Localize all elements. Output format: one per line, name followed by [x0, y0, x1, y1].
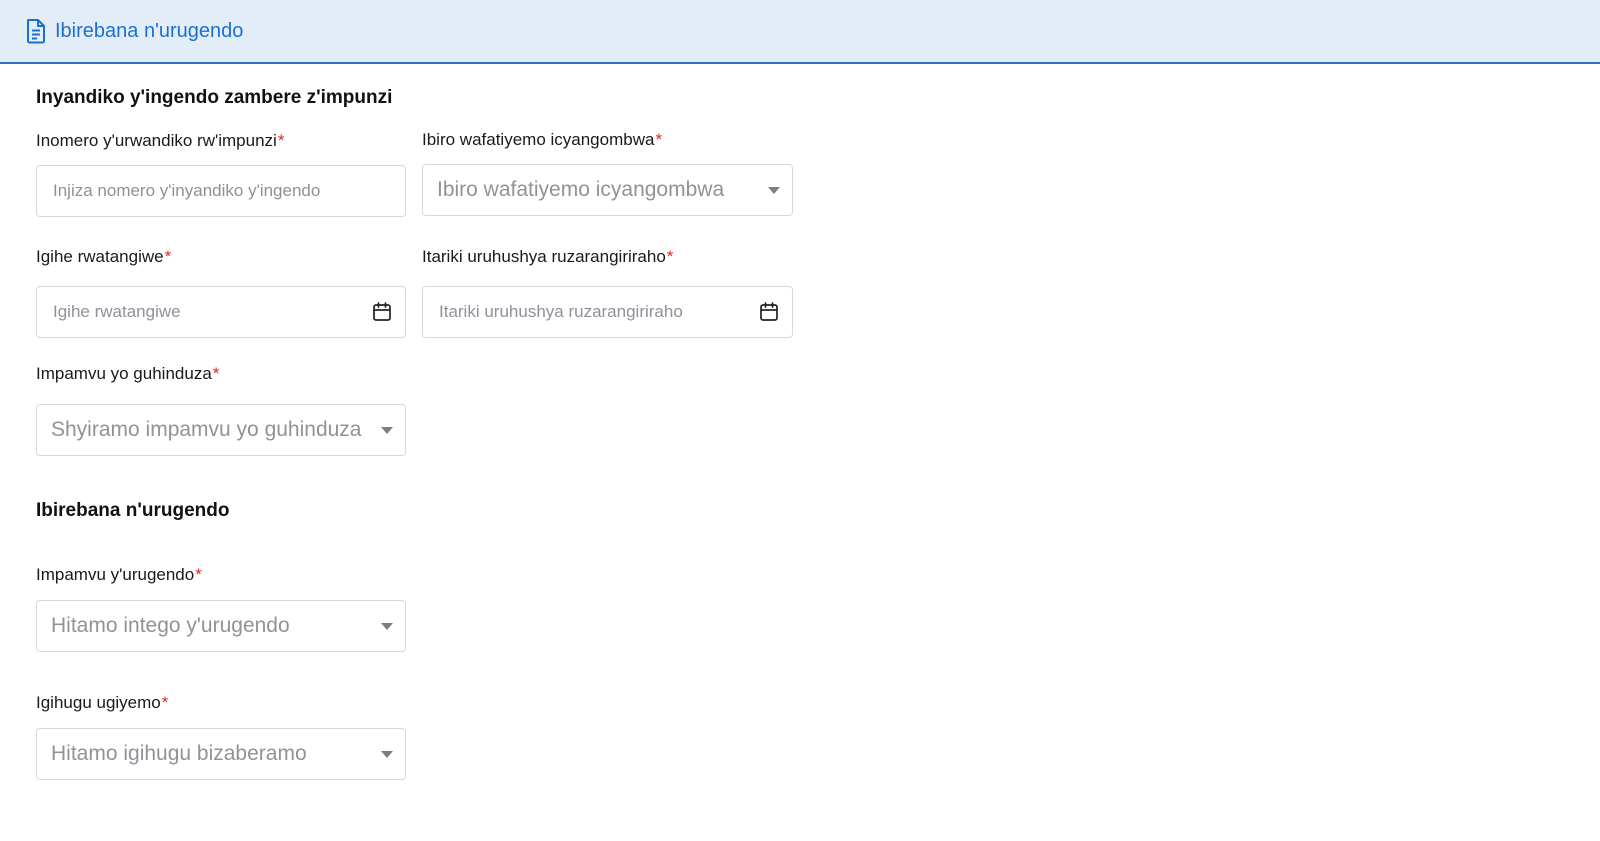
travel-purpose-select[interactable]: Hitamo intego y'urugendo: [36, 600, 406, 652]
required-marker: *: [161, 693, 169, 712]
issue-date-placeholder: Igihe rwatangiwe: [53, 302, 181, 321]
change-reason-label: Impamvu yo guhinduza*: [36, 364, 220, 383]
refugee-doc-number-input[interactable]: Injiza nomero y'inyandiko y'ingendo: [36, 165, 406, 217]
document-icon: [27, 19, 45, 44]
required-marker: *: [212, 364, 220, 383]
calendar-icon[interactable]: [759, 301, 779, 323]
expiry-date-label: Itariki uruhushya ruzarangiriraho*: [422, 247, 674, 266]
required-marker: *: [195, 565, 202, 584]
travel-purpose-label: Impamvu y'urugendo*: [36, 565, 202, 584]
chevron-down-icon: [381, 751, 393, 758]
required-marker: *: [655, 130, 663, 149]
travel-purpose-placeholder: Hitamo intego y'urugendo: [51, 614, 290, 637]
refugee-doc-number-label: Inomero y'urwandiko rw'impunzi*: [36, 131, 285, 150]
refugee-doc-number-placeholder: Injiza nomero y'inyandiko y'ingendo: [53, 181, 321, 200]
issuing-office-select[interactable]: Ibiro wafatiyemo icyangombwa: [422, 164, 793, 216]
issuing-office-label: Ibiro wafatiyemo icyangombwa*: [422, 130, 663, 149]
calendar-icon[interactable]: [372, 301, 392, 323]
section-title-travel-details: Ibirebana n'urugendo: [36, 500, 230, 521]
chevron-down-icon: [768, 187, 780, 194]
destination-country-select[interactable]: Hitamo igihugu bizaberamo: [36, 728, 406, 780]
required-marker: *: [277, 131, 285, 150]
page-header: Ibirebana n'urugendo: [0, 0, 1600, 64]
destination-country-placeholder: Hitamo igihugu bizaberamo: [51, 742, 307, 765]
change-reason-placeholder: Shyiramo impamvu yo guhinduza: [51, 418, 362, 441]
chevron-down-icon: [381, 623, 393, 630]
issuing-office-placeholder: Ibiro wafatiyemo icyangombwa: [437, 178, 725, 201]
required-marker: *: [666, 247, 674, 266]
change-reason-select[interactable]: Shyiramo impamvu yo guhinduza: [36, 404, 406, 456]
destination-country-label: Igihugu ugiyemo*: [36, 693, 169, 712]
page-title: Ibirebana n'urugendo: [55, 19, 244, 42]
expiry-date-picker[interactable]: Itariki uruhushya ruzarangiriraho: [422, 286, 793, 338]
section-title-previous-travel-docs: Inyandiko y'ingendo zambere z'impunzi: [36, 87, 393, 108]
issue-date-picker[interactable]: Igihe rwatangiwe: [36, 286, 406, 338]
expiry-date-placeholder: Itariki uruhushya ruzarangiriraho: [439, 302, 683, 321]
required-marker: *: [164, 247, 172, 266]
chevron-down-icon: [381, 427, 393, 434]
issue-date-label: Igihe rwatangiwe*: [36, 247, 172, 266]
